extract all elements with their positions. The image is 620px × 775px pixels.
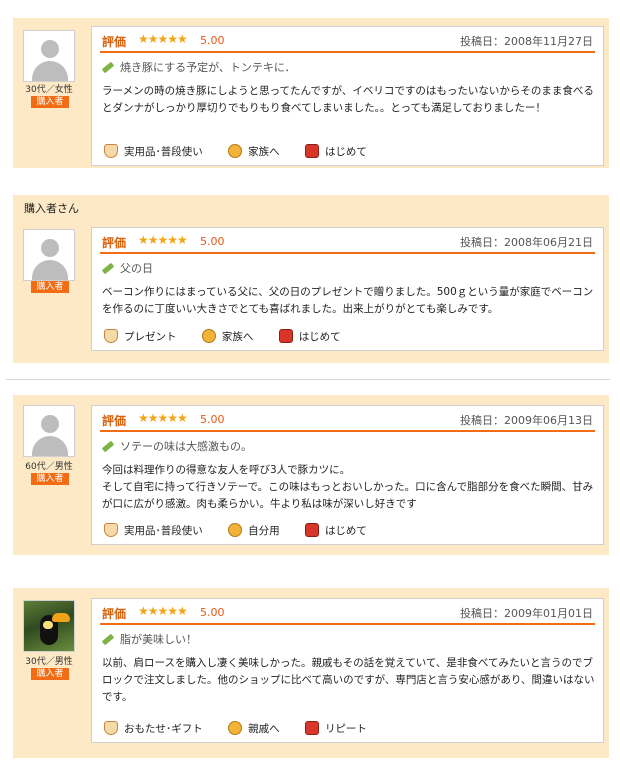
bag-icon — [304, 144, 319, 158]
rating-label: 評価 — [102, 607, 127, 621]
rating-label: 評価 — [102, 236, 127, 250]
tag-usage: おもたせ･ギフト — [104, 721, 203, 736]
tag-usage: プレゼント — [104, 329, 177, 344]
review-title-text: 父の日 — [120, 262, 153, 275]
review-title: 父の日 — [101, 260, 153, 276]
pencil-icon — [101, 633, 115, 645]
review-block: 60代／男性 購入者 評価 ★★★★★ 5.00 投稿日：2009年06月13日… — [13, 395, 609, 555]
review-header: 評価 ★★★★★ 5.00 投稿日：2009年06月13日 — [100, 410, 595, 432]
review-title-text: ソテーの味は大感激もの。 — [120, 440, 252, 453]
review-card: 評価 ★★★★★ 5.00 投稿日：2009年06月13日 ソテーの味は大感激も… — [91, 405, 604, 545]
review-block: 30代／男性 購入者 評価 ★★★★★ 5.00 投稿日：2009年01月01日… — [13, 588, 609, 758]
star-rating: ★★★★★ — [138, 233, 188, 247]
review-title-text: 焼き豚にする予定が、トンテキに． — [120, 61, 296, 74]
tag-label: はじめて — [324, 525, 367, 537]
tag-purchase-type: はじめて — [304, 523, 367, 538]
avatar — [23, 405, 75, 457]
reviewer-age-gender: 60代／男性 — [25, 462, 73, 472]
avatar — [23, 30, 75, 82]
review-title: ソテーの味は大感激もの。 — [101, 438, 252, 454]
tag-label: プレゼント — [124, 331, 177, 343]
rating-score: 5.00 — [200, 413, 225, 426]
buyer-badge: 購入者 — [31, 96, 69, 108]
review-block: 30代／女性 購入者 評価 ★★★★★ 5.00 投稿日：2008年11月27日… — [13, 18, 609, 168]
review-body: ラーメンの時の焼き豚にしようと思ってたんですが、イベリコですのはもったいないから… — [102, 85, 594, 114]
review-header: 評価 ★★★★★ 5.00 投稿日：2008年11月27日 — [100, 31, 595, 53]
bag-icon — [304, 523, 319, 537]
tag-label: 家族へ — [248, 146, 280, 158]
tag-usage: 実用品･普段使い — [104, 523, 203, 538]
tag-label: 実用品･普段使い — [124, 146, 203, 158]
tag-recipient: 親戚へ — [228, 721, 280, 736]
tag-label: 家族へ — [221, 331, 254, 343]
bag-icon — [278, 329, 293, 343]
post-date: 投稿日：2008年11月27日 — [460, 35, 593, 48]
rating-score: 5.00 — [200, 235, 225, 248]
reviewer-name: 購入者さん — [24, 202, 79, 215]
review-body: 以前、肩ロースを購入し凄く美味しかった。親戚もその話を覚えていて、是非食べてみた… — [102, 657, 595, 703]
review-card: 評価 ★★★★★ 5.00 投稿日：2009年01月01日 脂が美味しい！ 以前… — [91, 598, 604, 743]
tag-label: はじめて — [324, 146, 367, 158]
tag-label: 実用品･普段使い — [124, 525, 203, 537]
reviewer-age-gender: 30代／男性 — [25, 657, 73, 667]
review-title: 脂が美味しい！ — [101, 631, 197, 647]
tag-purchase-type: はじめて — [278, 329, 341, 344]
review-card: 評価 ★★★★★ 5.00 投稿日：2008年06月21日 父の日 ベーコン作り… — [91, 227, 604, 351]
review-block: 購入者さん 購入者 評価 ★★★★★ 5.00 投稿日：2008年06月21日 … — [13, 195, 609, 363]
hand-icon — [104, 144, 118, 158]
pencil-icon — [101, 61, 115, 73]
tag-recipient: 家族へ — [201, 329, 254, 344]
reviewer-age-gender: 30代／女性 — [25, 85, 73, 95]
tag-label: はじめて — [298, 331, 341, 343]
review-header: 評価 ★★★★★ 5.00 投稿日：2009年01月01日 — [100, 603, 595, 625]
person-icon — [228, 523, 243, 537]
tag-label: 自分用 — [248, 525, 280, 537]
person-icon — [228, 721, 243, 735]
person-icon — [228, 144, 243, 158]
avatar-photo — [23, 600, 75, 652]
pencil-icon — [101, 262, 115, 274]
review-body: ベーコン作りにはまっている父に、父の日のプレゼントで贈りました。500ｇという量… — [102, 286, 594, 315]
hand-icon — [104, 329, 118, 343]
rating-label: 評価 — [102, 35, 127, 49]
avatar — [23, 229, 75, 281]
review-tags: プレゼント 家族へ はじめて — [104, 329, 363, 347]
hand-icon — [104, 523, 118, 537]
star-rating: ★★★★★ — [138, 604, 188, 618]
rating-score: 5.00 — [200, 606, 225, 619]
star-rating: ★★★★★ — [138, 411, 188, 425]
rating-score: 5.00 — [200, 34, 225, 47]
bag-icon — [304, 721, 319, 735]
tag-purchase-type: リピート — [304, 721, 367, 736]
star-rating: ★★★★★ — [138, 32, 188, 46]
review-title: 焼き豚にする予定が、トンテキに． — [101, 59, 296, 75]
review-tags: 実用品･普段使い 家族へ はじめて — [104, 144, 389, 162]
tag-recipient: 家族へ — [228, 144, 280, 159]
post-date: 投稿日：2009年01月01日 — [460, 607, 593, 620]
post-date: 投稿日：2009年06月13日 — [460, 414, 593, 427]
tag-label: おもたせ･ギフト — [124, 723, 203, 735]
tag-recipient: 自分用 — [228, 523, 280, 538]
review-body: 今回は料理作りの得意な友人を呼び3人で豚カツに。 そして自宅に持って行きソテーで… — [102, 464, 594, 510]
buyer-badge: 購入者 — [31, 473, 69, 485]
rating-label: 評価 — [102, 414, 127, 428]
tag-label: 親戚へ — [248, 723, 280, 735]
divider — [6, 379, 610, 380]
tag-label: リピート — [324, 723, 367, 735]
tag-usage: 実用品･普段使い — [104, 144, 203, 159]
review-tags: 実用品･普段使い 自分用 はじめて — [104, 523, 389, 541]
review-tags: おもたせ･ギフト 親戚へ リピート — [104, 721, 389, 739]
post-date: 投稿日：2008年06月21日 — [460, 236, 593, 249]
tag-purchase-type: はじめて — [304, 144, 367, 159]
buyer-badge: 購入者 — [31, 668, 69, 680]
review-header: 評価 ★★★★★ 5.00 投稿日：2008年06月21日 — [100, 232, 595, 254]
review-card: 評価 ★★★★★ 5.00 投稿日：2008年11月27日 焼き豚にする予定が、… — [91, 26, 604, 166]
person-icon — [201, 329, 216, 343]
buyer-badge: 購入者 — [31, 281, 69, 293]
pencil-icon — [101, 440, 115, 452]
review-title-text: 脂が美味しい！ — [120, 633, 197, 646]
hand-icon — [104, 721, 118, 735]
